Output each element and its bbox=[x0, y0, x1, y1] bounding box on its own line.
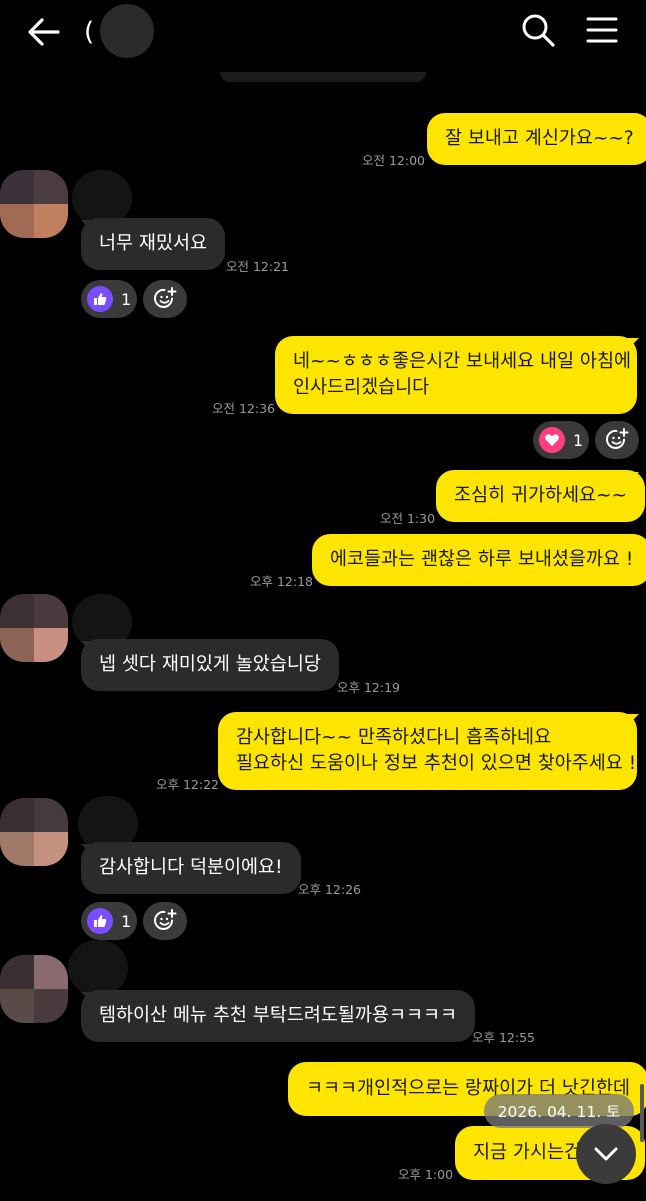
message-time: 오전 1:30 bbox=[380, 511, 436, 526]
add-emoji-icon[interactable] bbox=[143, 902, 187, 940]
arrow-left-icon[interactable] bbox=[24, 12, 64, 52]
reaction-like[interactable]: 1 bbox=[81, 280, 137, 318]
notice-bar[interactable] bbox=[220, 72, 426, 82]
add-emoji-icon[interactable] bbox=[143, 280, 187, 318]
message-text: 지금 가시는건 bbox=[473, 1142, 582, 1163]
chevron-down-icon bbox=[594, 1147, 618, 1161]
blurred-title-avatar bbox=[100, 4, 154, 58]
reaction-count: 1 bbox=[573, 430, 584, 450]
reaction-like[interactable]: 1 bbox=[81, 902, 137, 940]
reaction-count: 1 bbox=[121, 911, 132, 931]
message-time: 오후 12:26 bbox=[298, 882, 361, 897]
message-text: 너무 재밌서요 bbox=[99, 233, 208, 254]
chat-title-text: ( bbox=[84, 17, 95, 47]
avatar[interactable] bbox=[0, 798, 68, 866]
my-message-bubble[interactable]: 조심히 귀가하세요~~ bbox=[436, 470, 646, 522]
chat-title[interactable]: ( bbox=[84, 10, 94, 54]
message-time: 오후 12:18 bbox=[250, 574, 313, 589]
hamburger-menu-icon[interactable] bbox=[582, 10, 622, 50]
my-message-bubble[interactable]: 네~~ㅎㅎㅎ좋은시간 보내세요 내일 아침에 인사드리겠습니다 bbox=[275, 336, 637, 414]
heart-icon bbox=[539, 427, 565, 453]
add-emoji-icon[interactable] bbox=[595, 421, 639, 459]
message-text: 넵 셋다 재미있게 놀았습니당 bbox=[99, 654, 321, 675]
their-message-bubble[interactable]: 감사합니다 덕분이에요! bbox=[81, 842, 301, 894]
chat-header: ( bbox=[0, 0, 646, 64]
reaction-heart[interactable]: 1 bbox=[533, 421, 589, 459]
message-time: 오후 12:55 bbox=[472, 1030, 535, 1045]
thumbs-up-icon bbox=[87, 908, 113, 934]
scroll-to-bottom-button[interactable] bbox=[576, 1124, 636, 1184]
my-message-bubble[interactable]: 감사합니다~~ 만족하셨다니 흡족하네요 필요하신 도움이나 정보 추천이 있으… bbox=[218, 712, 637, 790]
thumbs-up-icon bbox=[87, 286, 113, 312]
avatar[interactable] bbox=[0, 170, 68, 238]
my-message-bubble[interactable]: 에코들과는 괜찮은 하루 보내셨을까요 ! bbox=[312, 534, 646, 586]
message-time: 오후 12:22 bbox=[156, 777, 219, 792]
message-time: 오후 1:00 bbox=[398, 1167, 454, 1182]
their-message-bubble[interactable]: 넵 셋다 재미있게 놀았습니당 bbox=[81, 639, 339, 691]
message-text: 템하이산 메뉴 추천 부탁드려도될까용ㅋㅋㅋㅋ bbox=[99, 1005, 458, 1026]
their-message-bubble[interactable]: 템하이산 메뉴 추천 부탁드려도될까용ㅋㅋㅋㅋ bbox=[81, 990, 476, 1042]
avatar[interactable] bbox=[0, 594, 68, 662]
avatar-blur-shadow bbox=[68, 940, 128, 996]
message-text: 조심히 귀가하세요~~ bbox=[454, 485, 628, 506]
my-message-bubble[interactable]: 잘 보내고 계신가요~~? bbox=[427, 113, 646, 165]
avatar[interactable] bbox=[0, 955, 68, 1023]
message-text: 잘 보내고 계신가요~~? bbox=[445, 128, 634, 149]
message-time: 오전 12:21 bbox=[226, 259, 289, 274]
message-time: 오전 12:36 bbox=[212, 401, 275, 416]
scrollbar[interactable] bbox=[640, 1084, 644, 1142]
message-text: 감사합니다~~ 만족하셨다니 흡족하네요 bbox=[236, 727, 552, 748]
message-text: 에코들과는 괜찮은 하루 보내셨을까요 ! bbox=[330, 549, 634, 570]
message-time: 오전 12:00 bbox=[362, 153, 425, 168]
date-indicator: 2026. 04. 11. 토 bbox=[484, 1094, 634, 1128]
reaction-count: 1 bbox=[121, 289, 132, 309]
message-time: 오후 12:19 bbox=[337, 680, 400, 695]
message-text: 감사합니다 덕분이에요! bbox=[99, 857, 283, 878]
their-message-bubble[interactable]: 너무 재밌서요 bbox=[81, 218, 226, 270]
search-icon[interactable] bbox=[518, 10, 558, 50]
message-text: 필요하신 도움이나 정보 추천이 있으면 찾아주세요 ! bbox=[236, 753, 637, 774]
message-text: 인사드리겠습니다 bbox=[293, 377, 430, 398]
message-text: 네~~ㅎㅎㅎ좋은시간 보내세요 내일 아침에 bbox=[293, 351, 631, 372]
